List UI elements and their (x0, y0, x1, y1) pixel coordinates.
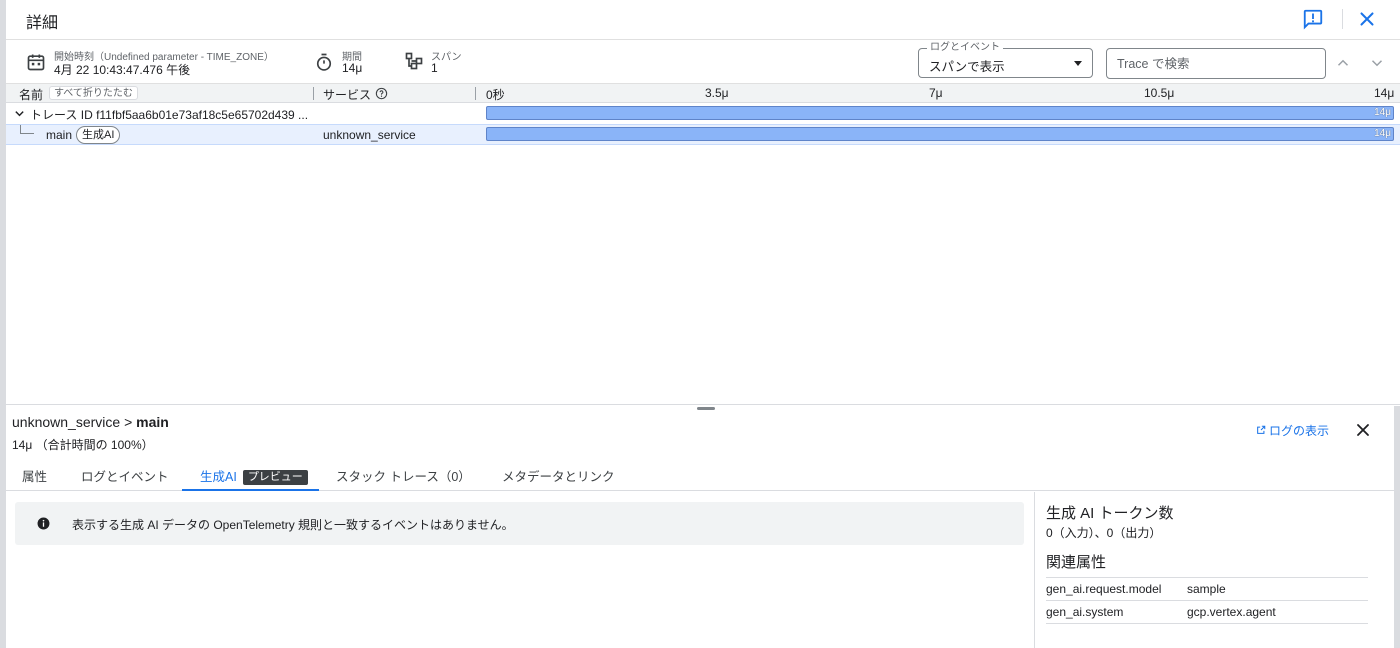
trace-info-bar: 開始時刻（Undefined parameter - TIME_ZONE） 4月… (6, 40, 1400, 84)
column-resizer[interactable] (475, 87, 476, 100)
attribute-value: gcp.vertex.agent (1187, 605, 1276, 619)
breadcrumb-service: unknown_service (12, 414, 121, 430)
span-tree-icon (405, 52, 423, 70)
calendar-icon (27, 54, 45, 71)
related-attributes-title: 関連属性 (1046, 554, 1107, 571)
timeline-tick: 7μ (929, 86, 943, 100)
resize-handle[interactable] (697, 407, 715, 410)
gen-ai-chip: 生成AI (76, 126, 121, 144)
span-breadcrumb: unknown_service > main (12, 414, 169, 430)
spans-value: 1 (431, 61, 438, 75)
close-icon[interactable] (1356, 8, 1378, 30)
log-events-select-label: ログとイベント (927, 42, 1003, 54)
span-bar-label: 14μ (1374, 128, 1391, 139)
feedback-icon[interactable] (1302, 8, 1324, 30)
tab-gen-ai[interactable]: 生成AI プレビュー (200, 466, 308, 485)
chevron-down-icon[interactable] (1368, 54, 1386, 72)
timeline-tick: 14μ (1374, 86, 1395, 100)
span-bar[interactable]: 14μ (486, 127, 1394, 141)
tab-logs-events[interactable]: ログとイベント (81, 466, 169, 485)
attribute-key: gen_ai.system (1046, 605, 1124, 619)
timeline-tick: 3.5μ (705, 86, 729, 100)
active-tab-indicator (182, 489, 319, 491)
gen-ai-summary-pane: 生成 AI トークン数 0（入力）、0（出力） 関連属性 gen_ai.requ… (1034, 492, 1389, 648)
open-in-new-icon (1257, 425, 1266, 434)
timeline-tick: 10.5μ (1144, 86, 1175, 100)
token-count-value: 0（入力）、0（出力） (1046, 526, 1162, 540)
tree-connector (20, 125, 34, 134)
tab-gen-ai-label: 生成AI (200, 470, 237, 484)
notice-text: 表示する生成 AI データの OpenTelemetry 規則と一致するイベント… (72, 518, 514, 532)
help-icon[interactable] (375, 87, 388, 100)
span-service: unknown_service (323, 128, 416, 142)
preview-badge: プレビュー (242, 470, 308, 485)
span-name: main (46, 128, 73, 142)
close-details-icon[interactable] (1353, 420, 1373, 440)
view-logs-label: ログの表示 (1269, 424, 1330, 438)
dropdown-arrow-icon (1074, 61, 1082, 66)
breadcrumb-span: main (136, 414, 169, 430)
attributes-table: gen_ai.request.model sample gen_ai.syste… (1046, 577, 1368, 624)
attribute-key: gen_ai.request.model (1046, 582, 1162, 596)
table-row: gen_ai.system gcp.vertex.agent (1046, 601, 1368, 624)
span-bar[interactable]: 14μ (486, 106, 1394, 120)
span-duration-summary: 14μ （合計時間の 100%） (12, 438, 154, 452)
panel-header: 詳細 (6, 0, 1400, 40)
service-column-header: サービス (323, 88, 372, 102)
token-count-title: 生成 AI トークン数 (1046, 505, 1174, 522)
no-events-notice: 表示する生成 AI データの OpenTelemetry 規則と一致するイベント… (15, 502, 1024, 545)
info-icon (37, 517, 50, 530)
chevron-up-icon[interactable] (1334, 54, 1352, 72)
span-bar-label: 14μ (1374, 107, 1391, 118)
tab-stack-trace[interactable]: スタック トレース（0） (336, 466, 471, 485)
trace-search-input[interactable] (1106, 48, 1326, 79)
scrollbar[interactable] (1394, 406, 1400, 648)
table-row: gen_ai.request.model sample (1046, 578, 1368, 601)
pane-divider (6, 404, 1400, 405)
attribute-value: sample (1187, 582, 1226, 596)
log-events-select[interactable]: ログとイベント スパンで表示 (918, 42, 1093, 78)
panel-title: 詳細 (26, 15, 59, 32)
start-time-value: 4月 22 10:43:47.476 午後 (54, 63, 191, 77)
trace-id-label: トレース ID f11fbf5aa6b01e73af18c5e65702d439… (30, 108, 309, 122)
duration-value: 14μ (342, 61, 363, 75)
log-events-select-value: スパンで表示 (929, 60, 1005, 74)
name-column-header: 名前 (19, 88, 44, 102)
detail-tabs: 属性 ログとイベント 生成AI プレビュー スタック トレース（0） メタデータと… (6, 458, 1400, 491)
waterfall-column-header: 名前 すべて折りたたむ サービス 0秒 3.5μ 7μ 10.5μ 14μ (6, 84, 1400, 103)
column-resizer[interactable] (313, 87, 314, 100)
tab-metadata-links[interactable]: メタデータとリンク (502, 466, 615, 485)
header-divider (1342, 9, 1343, 29)
trace-details-panel: 詳細 開始時刻（Undefined parameter - TIME_ZONE）… (6, 0, 1400, 648)
chevron-down-icon[interactable] (14, 108, 25, 119)
collapse-all-button[interactable]: すべて折りたたむ (49, 86, 138, 100)
breadcrumb-separator: > (124, 414, 133, 430)
span-row-selected[interactable]: main 生成AI unknown_service 14μ (6, 124, 1400, 145)
trace-row[interactable]: トレース ID f11fbf5aa6b01e73af18c5e65702d439… (6, 103, 1400, 124)
tab-attributes[interactable]: 属性 (22, 466, 47, 485)
view-logs-link[interactable]: ログの表示 (1256, 422, 1329, 439)
timeline-tick: 0秒 (486, 88, 505, 102)
timer-icon (316, 53, 332, 71)
